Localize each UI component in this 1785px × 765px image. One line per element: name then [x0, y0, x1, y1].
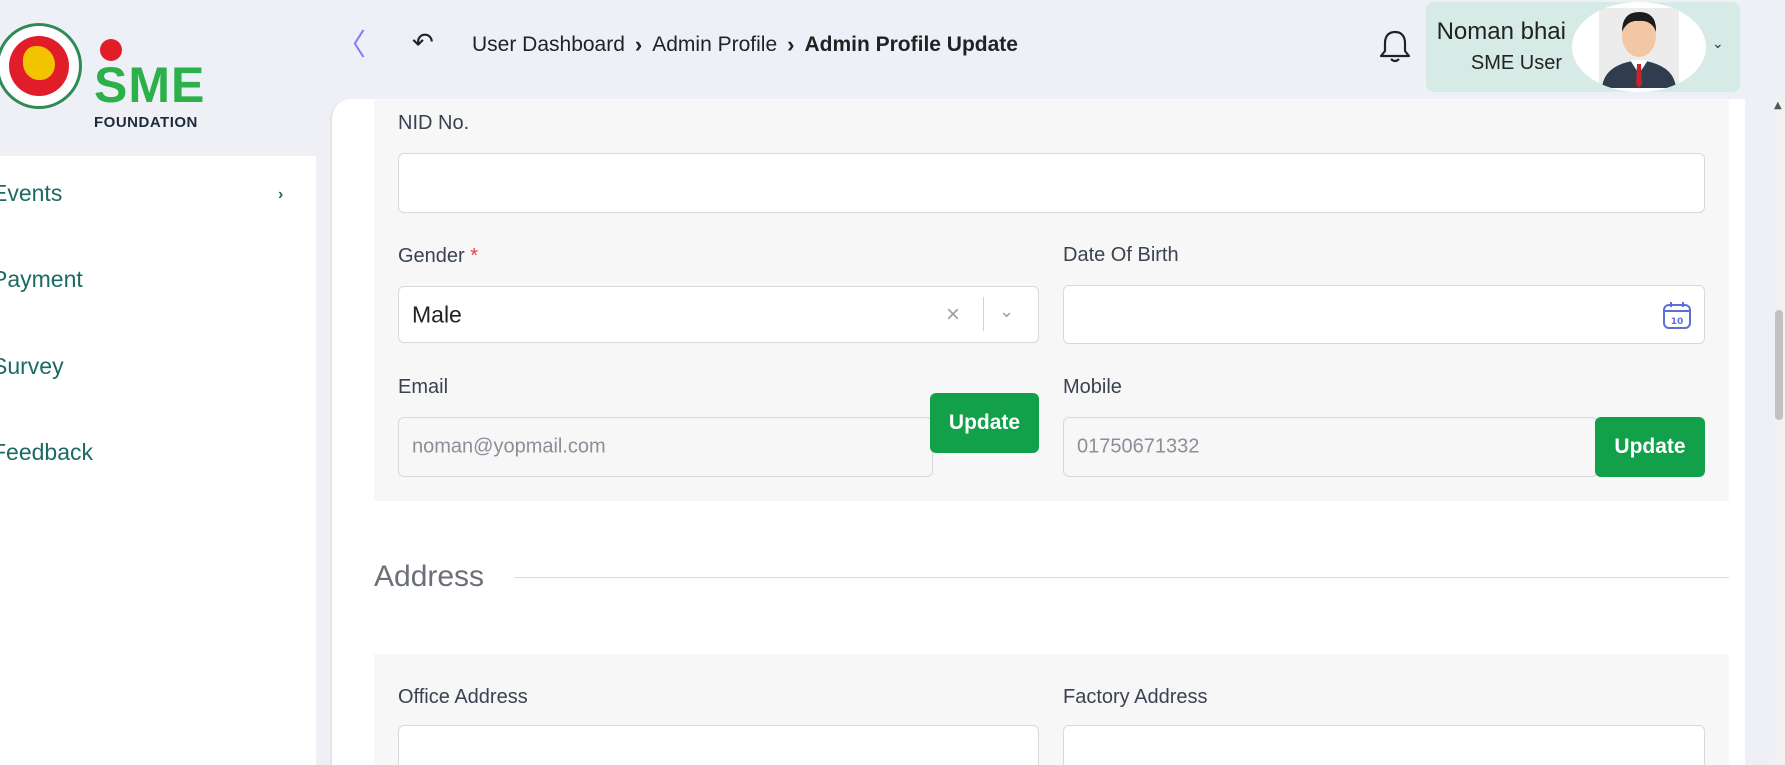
chevron-down-icon[interactable]: ⌄ [999, 301, 1014, 322]
breadcrumb-user-dashboard[interactable]: User Dashboard [472, 33, 625, 57]
sidebar-item-label: Feedback [0, 439, 94, 465]
government-emblem-icon [0, 23, 82, 109]
email-value: noman@yopmail.com [412, 435, 606, 458]
breadcrumb-current: Admin Profile Update [804, 33, 1018, 56]
sidebar: Events › Payment Survey Feedback [0, 156, 316, 765]
sidebar-item-label: Survey [0, 353, 64, 379]
office-address-input[interactable] [398, 725, 1039, 765]
chevron-right-icon: › [787, 32, 795, 57]
section-divider [514, 577, 1729, 578]
nid-label: NID No. [398, 112, 470, 134]
dob-input[interactable]: 10 [1063, 285, 1705, 344]
clear-icon[interactable]: × [946, 301, 960, 329]
gender-select-value: Male [412, 301, 462, 327]
sidebar-collapse-button[interactable]: 〈 [336, 28, 366, 64]
required-mark: * [470, 245, 479, 267]
avatar[interactable] [1572, 2, 1706, 92]
page-scrollbar[interactable] [1773, 99, 1785, 765]
logo-text: SME [94, 57, 206, 113]
address-section-title: Address [374, 560, 485, 593]
mobile-field[interactable]: 01750671332 [1063, 417, 1598, 477]
sidebar-item-label: Events [0, 180, 63, 206]
sidebar-item-survey[interactable]: Survey [0, 329, 316, 389]
calendar-day: 10 [1671, 317, 1684, 327]
gender-label: Gender * [398, 245, 479, 267]
sidebar-item-events[interactable]: Events › [0, 156, 316, 216]
user-role: SME User [1470, 52, 1562, 74]
chevron-down-icon[interactable]: ⌄ [1712, 36, 1724, 52]
factory-address-label: Factory Address [1063, 686, 1208, 708]
calendar-icon[interactable]: 10 [1662, 300, 1692, 330]
sidebar-item-label: Payment [0, 266, 83, 292]
notification-bell-icon[interactable] [1378, 28, 1412, 64]
gender-select[interactable]: Male × ⌄ [398, 286, 1039, 343]
chevron-right-icon: › [634, 32, 643, 57]
email-field[interactable]: noman@yopmail.com [398, 417, 933, 477]
factory-address-input[interactable] [1063, 725, 1705, 765]
breadcrumb: User Dashboard › Admin Profile › Admin P… [472, 32, 1018, 58]
select-divider [983, 297, 984, 331]
logo-subtext: FOUNDATION [94, 114, 198, 131]
scrollbar-thumb[interactable] [1775, 310, 1783, 420]
back-icon[interactable]: ↶ [412, 26, 434, 60]
update-mobile-button[interactable]: Update [1595, 417, 1705, 477]
nid-input[interactable] [398, 153, 1705, 213]
sme-foundation-logo[interactable]: SME FOUNDATION [0, 20, 220, 131]
sidebar-item-feedback[interactable]: Feedback [0, 415, 316, 475]
dob-label: Date Of Birth [1063, 244, 1179, 266]
chevron-right-icon: › [278, 186, 284, 203]
update-email-button[interactable]: Update [930, 393, 1039, 453]
mobile-label: Mobile [1063, 376, 1122, 398]
breadcrumb-admin-profile[interactable]: Admin Profile [652, 33, 777, 57]
mobile-value: 01750671332 [1077, 435, 1200, 458]
email-label: Email [398, 376, 449, 398]
office-address-label: Office Address [398, 686, 528, 708]
scroll-up-icon[interactable]: ▲ [1774, 100, 1782, 111]
sidebar-item-payment[interactable]: Payment [0, 242, 316, 302]
user-name: Noman bhai [1436, 18, 1566, 45]
